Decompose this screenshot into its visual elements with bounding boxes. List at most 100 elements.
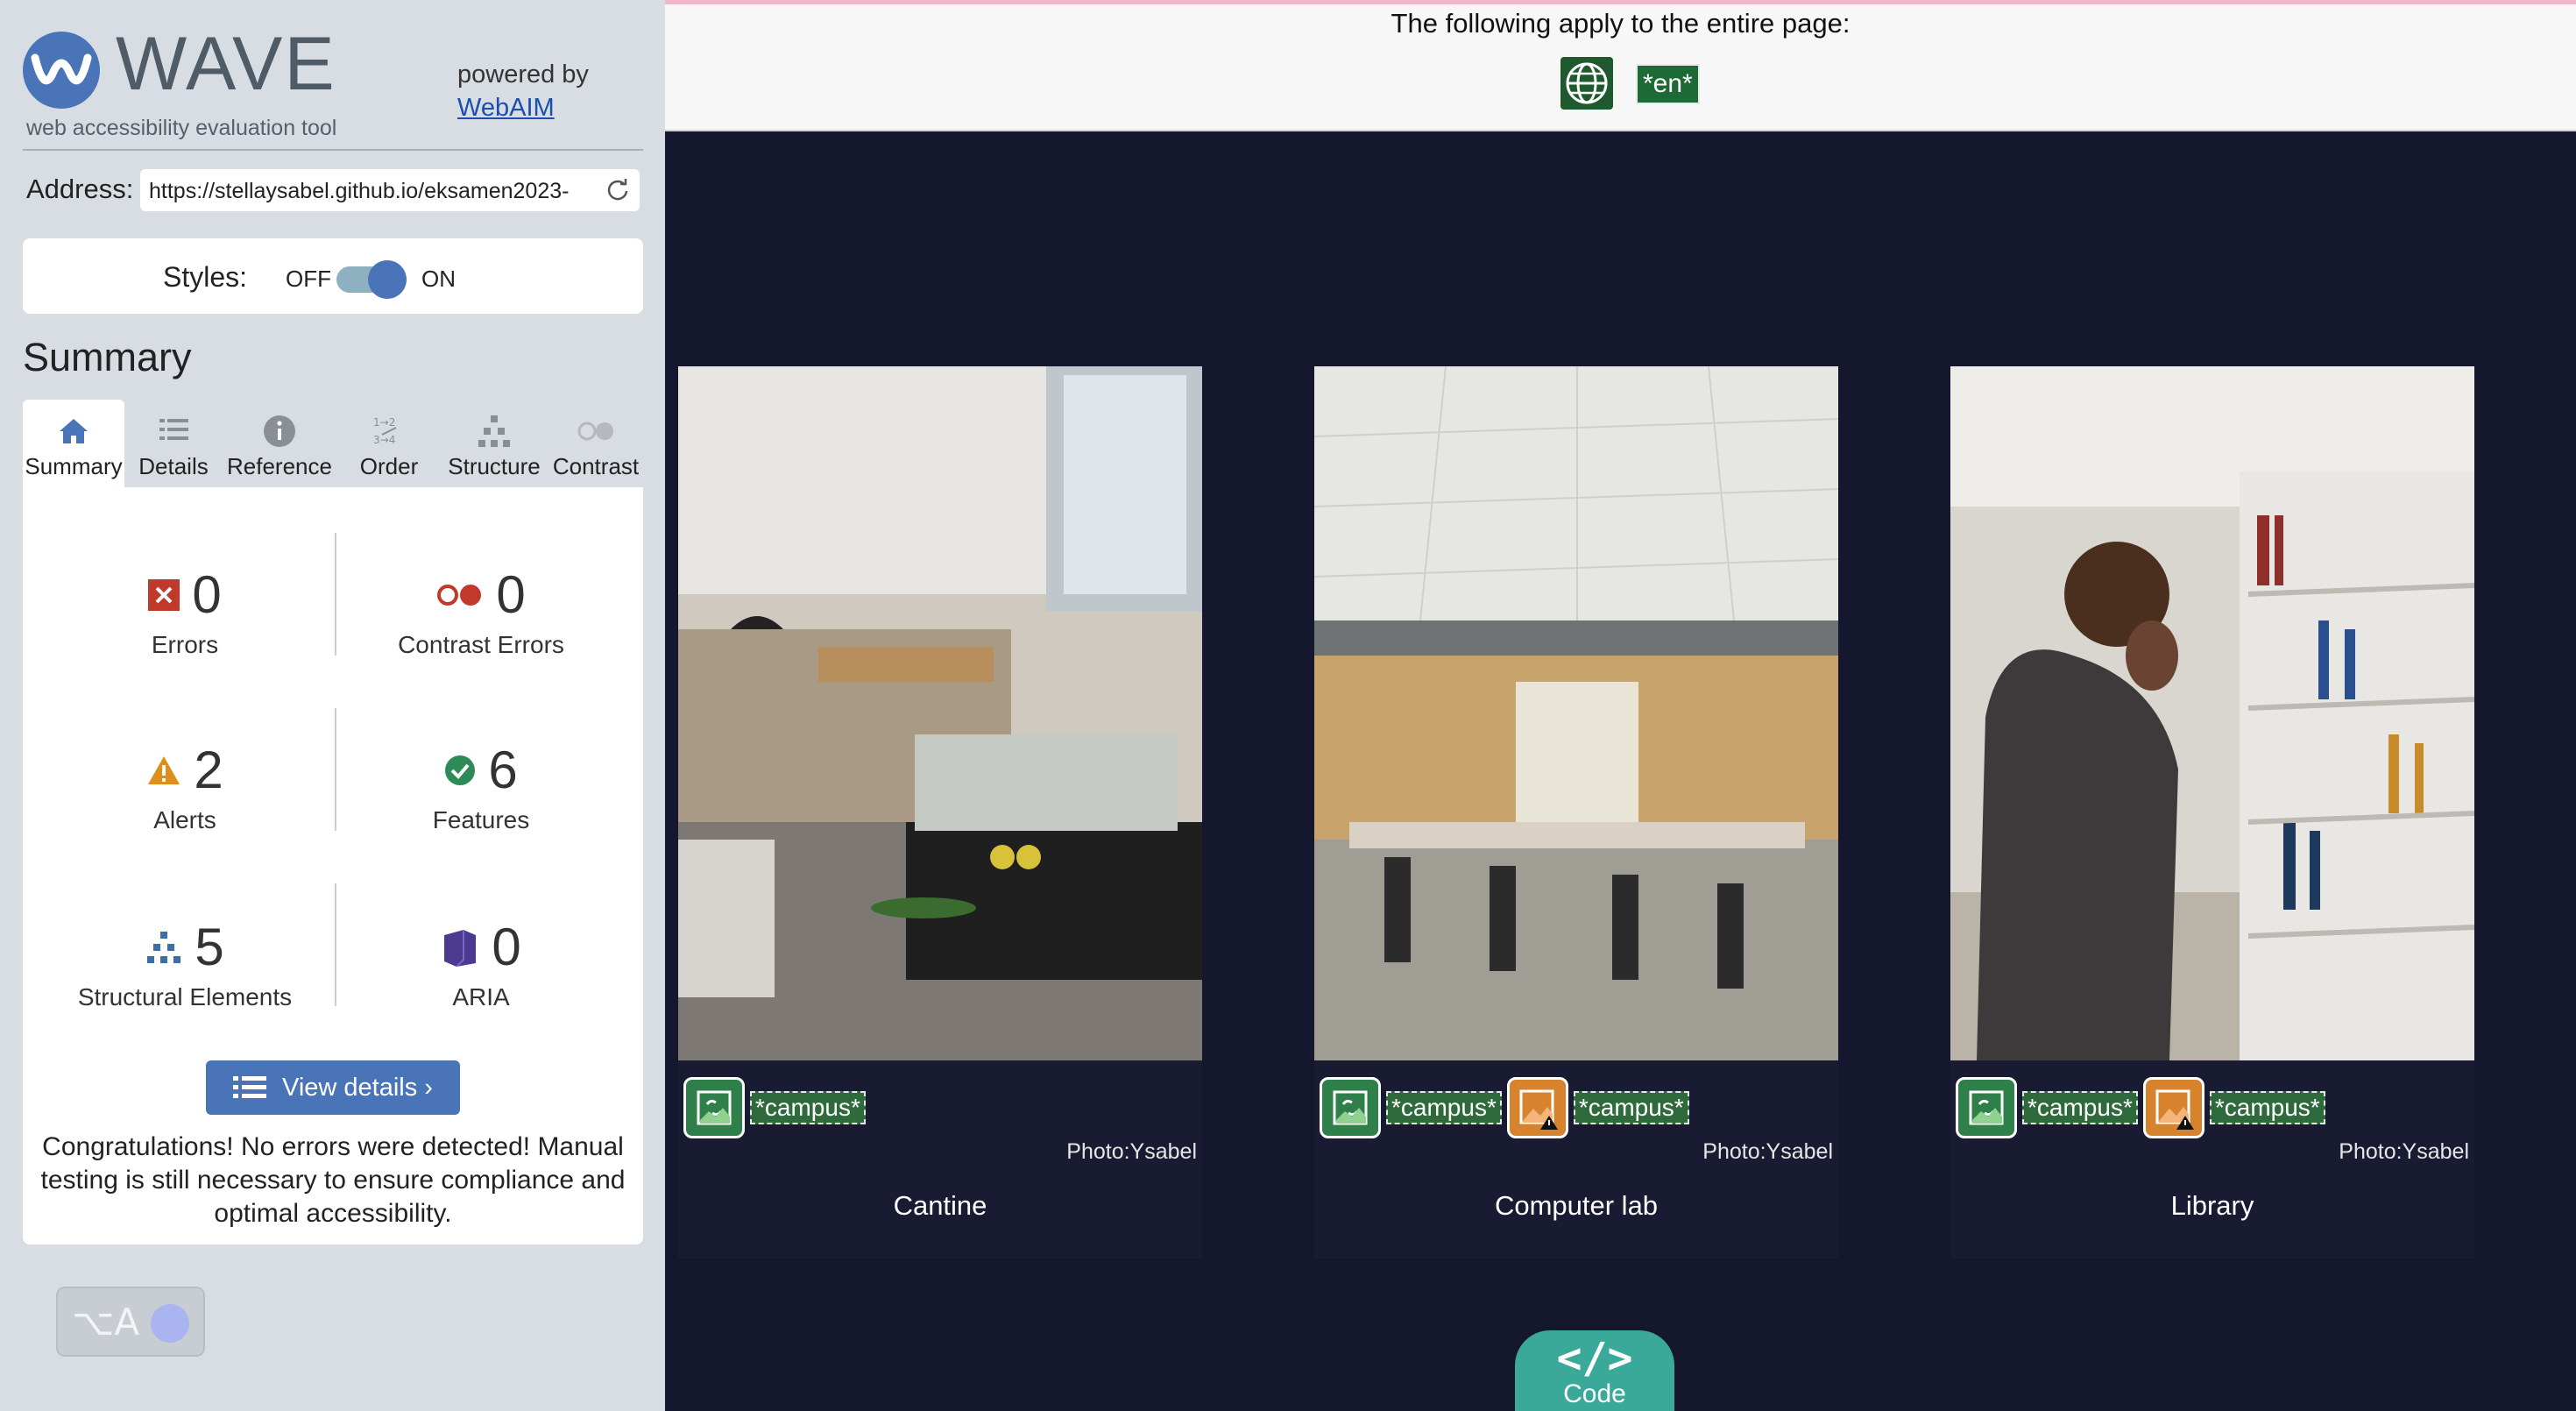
card-caption: Cantine (893, 1190, 987, 1221)
alt-text-tag[interactable]: *campus* (750, 1091, 866, 1124)
address-label: Address: (26, 174, 134, 204)
photo-credit: Photo:Ysabel (1066, 1139, 1197, 1164)
address-input[interactable]: https://stellaysabel.github.io/eksamen20… (140, 169, 640, 211)
structure-icon (147, 932, 181, 963)
errors-stat[interactable]: 0 Errors (40, 564, 329, 659)
svg-text:1→2: 1→2 (373, 416, 395, 429)
cantine-photo[interactable] (678, 366, 1202, 1060)
campus-card-cantine: *campus* Photo:Ysabel Cantine (678, 366, 1202, 1259)
aria-label: ARIA (452, 983, 510, 1010)
alt-text-tag[interactable]: *campus* (1573, 1091, 1689, 1124)
styles-label: Styles: (163, 261, 248, 293)
styles-toggle-knob[interactable] (368, 260, 407, 299)
alt-text-tag[interactable]: *campus* (2209, 1091, 2325, 1124)
computer-lab-photo[interactable] (1314, 366, 1838, 1060)
tab-label: Contrast (552, 453, 640, 479)
divider (23, 149, 643, 151)
features-stat[interactable]: 6 Features (336, 740, 626, 834)
photo-credit: Photo:Ysabel (2339, 1139, 2469, 1164)
aria-count: 0 (492, 918, 521, 976)
powered-by: powered by WebAIM (457, 58, 589, 124)
contrast-errors-stat[interactable]: 0 Contrast Errors (336, 564, 626, 659)
home-icon (60, 419, 88, 443)
contrast-errors-count: 0 (496, 565, 526, 624)
assistant-icon (151, 1304, 189, 1343)
styles-off-label: OFF (286, 266, 331, 292)
tab-structure[interactable]: Structure (442, 400, 547, 487)
reload-icon[interactable] (605, 176, 631, 202)
webaim-link[interactable]: WebAIM (457, 91, 589, 124)
wave-sidebar: WAVE web accessibility evaluation tool p… (0, 0, 665, 1411)
image-alert-icon[interactable] (1506, 1077, 1568, 1138)
address-value[interactable]: https://stellaysabel.github.io/eksamen20… (149, 179, 594, 204)
alerts-count: 2 (194, 741, 223, 799)
tab-summary[interactable]: Summary (23, 400, 124, 487)
structural-count: 5 (195, 918, 224, 976)
brand-tagline: web accessibility evaluation tool (26, 116, 337, 140)
language-tag[interactable]: *en* (1636, 64, 1700, 104)
campus-card-library: *campus* *campus* Photo:Ysabel Library (1950, 366, 2474, 1259)
code-icon: </> (1556, 1334, 1633, 1383)
error-icon (148, 579, 180, 611)
list-icon (233, 1076, 267, 1098)
structural-label: Structural Elements (77, 983, 293, 1010)
linked-image-icon[interactable] (1956, 1077, 2017, 1138)
errors-label: Errors (151, 631, 219, 658)
view-details-button[interactable]: View details › (206, 1060, 460, 1115)
image-alert-icon[interactable] (2142, 1077, 2204, 1138)
aria-icon (444, 930, 477, 967)
accessibility-shortcut-button[interactable]: ⌥A (56, 1287, 205, 1357)
tab-reference[interactable]: Reference (223, 400, 336, 487)
alert-icon (148, 756, 180, 784)
structural-stat[interactable]: 5 Structural Elements (40, 917, 329, 1011)
tab-order[interactable]: 1→2 3→4 Order (338, 400, 440, 487)
code-view-button[interactable]: </> Code (1515, 1330, 1674, 1411)
congrats-message: Congratulations! No errors were detected… (40, 1132, 626, 1228)
contrast-icon (577, 422, 613, 441)
wave-annotations: *campus* *campus* (1320, 1073, 1689, 1143)
features-label: Features (432, 806, 530, 833)
alt-text-tag[interactable]: *campus* (2022, 1091, 2138, 1124)
card-caption: Library (2170, 1190, 2254, 1221)
order-icon: 1→23→4 (373, 416, 397, 446)
aria-stat[interactable]: 0 ARIA (336, 917, 626, 1011)
wave-annotations: *campus* *campus* (1956, 1073, 2325, 1143)
wave-logo-icon (23, 32, 100, 109)
language-globe-icon[interactable] (1560, 57, 1613, 110)
card-caption: Computer lab (1494, 1190, 1659, 1221)
tab-label: Order (359, 453, 419, 479)
powered-by-label: powered by (457, 60, 589, 89)
linked-image-icon[interactable] (1320, 1077, 1381, 1138)
alerts-label: Alerts (153, 806, 216, 833)
tab-label: Structure (448, 453, 541, 479)
structure-icon (478, 415, 510, 447)
summary-heading: Summary (23, 335, 192, 379)
page-level-text: The following apply to the entire page: (1391, 8, 1851, 39)
brand-name: WAVE (116, 22, 336, 106)
tab-contrast[interactable]: Contrast (548, 400, 643, 487)
styles-toggle-card: Styles: OFF ON (23, 238, 643, 314)
alerts-stat[interactable]: 2 Alerts (40, 740, 329, 834)
feature-icon (445, 755, 476, 785)
list-icon (159, 419, 188, 440)
library-photo[interactable] (1950, 366, 2474, 1060)
code-label: Code (1563, 1379, 1626, 1408)
page-level-panel: The following apply to the entire page: … (665, 4, 2576, 131)
tab-label: Summary (25, 453, 123, 479)
tab-label: Details (138, 453, 209, 479)
styles-on-label: ON (421, 266, 456, 292)
tab-details[interactable]: Details (126, 400, 221, 487)
linked-image-icon[interactable] (683, 1077, 745, 1138)
shortcut-label: ⌥A (72, 1301, 140, 1344)
errors-count: 0 (192, 565, 222, 624)
wave-annotations: *campus* (683, 1073, 866, 1143)
alt-text-tag[interactable]: *campus* (1386, 1091, 1502, 1124)
info-icon (264, 415, 295, 447)
features-count: 6 (488, 741, 518, 799)
contrast-errors-label: Contrast Errors (398, 631, 564, 658)
photo-credit: Photo:Ysabel (1702, 1139, 1833, 1164)
panel-tabs: Summary Details Reference 1→2 3→4 Order S… (23, 400, 643, 487)
tab-label: Reference (227, 453, 332, 479)
svg-text:3→4: 3→4 (373, 434, 395, 446)
campus-card-computer-lab: *campus* *campus* Photo:Ysabel Computer … (1314, 366, 1838, 1259)
